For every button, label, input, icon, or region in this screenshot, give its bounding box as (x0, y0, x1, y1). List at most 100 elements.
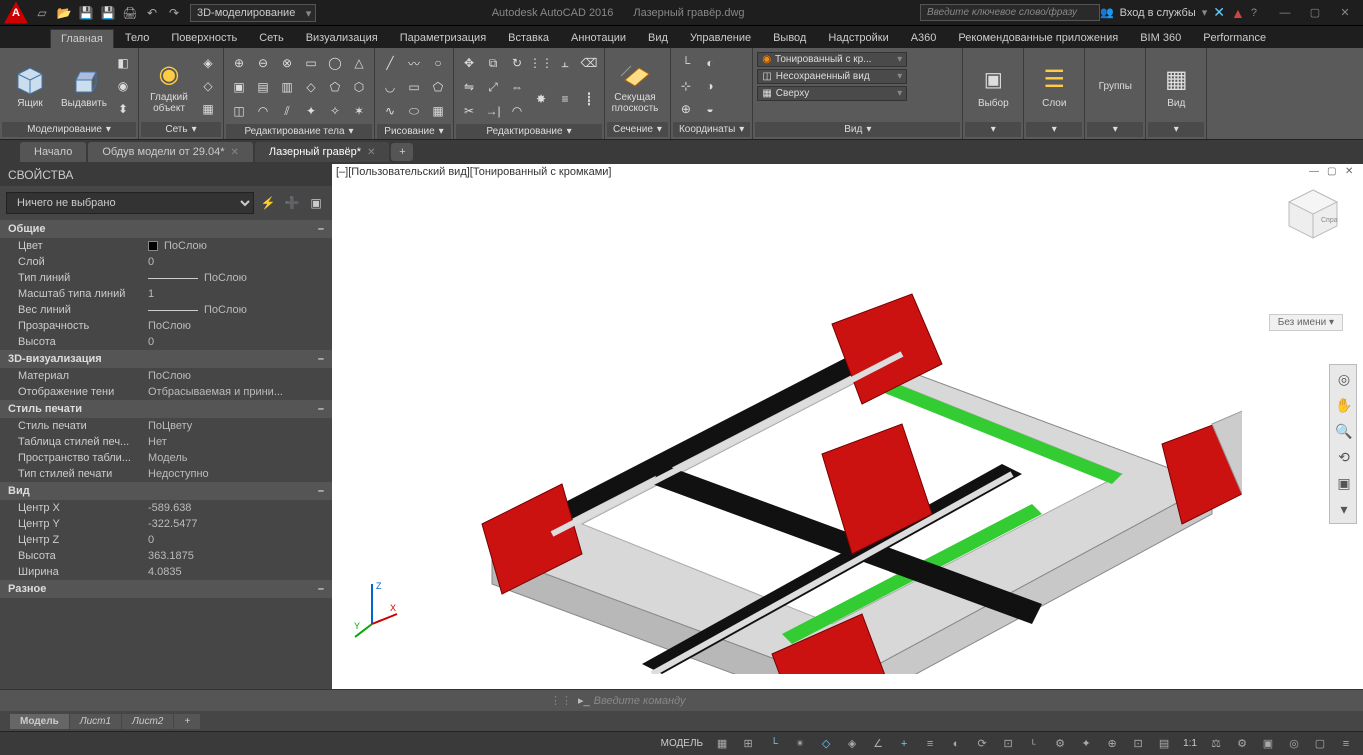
new-icon[interactable]: ▱ (32, 3, 52, 23)
line-icon[interactable]: ╱ (379, 52, 401, 74)
grid-icon[interactable]: ▦ (711, 734, 733, 754)
ellipse-icon[interactable]: ⬭ (403, 100, 425, 122)
3dsnap-icon[interactable]: ⊡ (997, 734, 1019, 754)
se-9-icon[interactable]: ✶ (348, 100, 370, 122)
prop-row[interactable]: Тип стилей печатиНедоступно (0, 466, 332, 482)
explode-icon[interactable]: ✸ (530, 88, 552, 110)
ucs6-icon[interactable]: ◒ (699, 98, 721, 120)
hardware-icon[interactable]: ▣ (1257, 734, 1279, 754)
ucs2-icon[interactable]: ⊹ (675, 75, 697, 97)
prop-row[interactable]: Тип линийПоСлою (0, 270, 332, 286)
nav-more-icon[interactable]: ▾ (1332, 497, 1356, 521)
view-top-dropdown[interactable]: ▦ Сверху ▾ (757, 86, 907, 101)
poly-icon[interactable]: ⬠ (427, 76, 449, 98)
prop-row[interactable]: Центр X-589.638 (0, 500, 332, 516)
prop-group-header[interactable]: 3D-визуализация– (0, 350, 332, 368)
maximize-button[interactable]: ▢ (1301, 3, 1329, 23)
close-icon[interactable]: ✕ (367, 147, 375, 158)
layout-tab-2[interactable]: Лист2 (122, 714, 173, 729)
workspace-icon[interactable]: ⚙ (1231, 734, 1253, 754)
showmotion-icon[interactable]: ▣ (1332, 471, 1356, 495)
dynucs-icon[interactable]: ᴸ (1023, 734, 1045, 754)
transparency-icon[interactable]: ◐ (945, 734, 967, 754)
help-icon[interactable]: ? (1251, 7, 1257, 19)
file-tab-1[interactable]: Обдув модели от 29.04* ✕ (88, 142, 253, 162)
offset-icon[interactable]: ⫠ (554, 52, 576, 74)
sectionplane-button[interactable]: Секущая плоскость (609, 52, 661, 120)
zoom-icon[interactable]: 🔍 (1332, 419, 1356, 443)
ribbon-tab-bim360[interactable]: BIM 360 (1129, 28, 1192, 48)
break-icon[interactable]: ┋ (578, 88, 600, 110)
se-6-icon[interactable]: ⬡ (348, 76, 370, 98)
viewport[interactable]: [–][Пользовательский вид][Тонированный с… (332, 164, 1363, 689)
se-7-icon[interactable]: ✦ (300, 100, 322, 122)
prop-group-header[interactable]: Общие– (0, 220, 332, 238)
prop-row[interactable]: Ширина4.0835 (0, 564, 332, 580)
mesh-less-icon[interactable]: ◇ (197, 75, 219, 97)
cmd-grip-icon[interactable]: ⋮⋮ (550, 694, 572, 707)
se-2-icon[interactable]: ◯ (324, 52, 346, 74)
ucs4-icon[interactable]: ◐ (699, 52, 721, 74)
close-icon[interactable]: ✕ (231, 147, 239, 158)
ribbon-tab-a360[interactable]: A360 (900, 28, 948, 48)
prop-row[interactable]: Центр Z0 (0, 532, 332, 548)
ribbon-tab-surface[interactable]: Поверхность (160, 28, 248, 48)
intersect-icon[interactable]: ⊗ (276, 52, 298, 74)
extend-icon[interactable]: →| (482, 100, 504, 122)
panel-modeling-title[interactable]: Моделирование▾ (2, 122, 136, 137)
pline-icon[interactable]: 〰 (403, 52, 425, 74)
mesh-more-icon[interactable]: ◈ (197, 52, 219, 74)
panel-view-title[interactable]: Вид▾ (755, 122, 960, 137)
vp-maximize-icon[interactable]: ▢ (1327, 166, 1341, 180)
layout-tab-1[interactable]: Лист1 (70, 714, 121, 729)
ucs5-icon[interactable]: ◑ (699, 75, 721, 97)
exchange-icon[interactable]: ✕ (1213, 4, 1225, 21)
ribbon-tab-insert[interactable]: Вставка (497, 28, 560, 48)
panel-coords-title[interactable]: Координаты▾ (673, 122, 750, 137)
visual-style-dropdown[interactable]: ◉ Тонированный с кр... ▾ (757, 52, 907, 67)
se-3-icon[interactable]: △ (348, 52, 370, 74)
quickselect-icon[interactable]: ⚡ (258, 193, 278, 213)
prop-row[interactable]: Таблица стилей печ...Нет (0, 434, 332, 450)
status-model[interactable]: МОДЕЛЬ (657, 738, 707, 749)
ribbon-tab-featured[interactable]: Рекомендованные приложения (947, 28, 1129, 48)
ucs-icon[interactable]: └ (675, 52, 697, 74)
se-5-icon[interactable]: ⬠ (324, 76, 346, 98)
ribbon-tab-solid[interactable]: Тело (114, 28, 161, 48)
erase-icon[interactable]: ⌫ (578, 52, 600, 74)
se-4-icon[interactable]: ◇ (300, 76, 322, 98)
prop-row[interactable]: МатериалПоСлою (0, 368, 332, 384)
mesh-refine-icon[interactable]: ▦ (197, 98, 219, 120)
redo-icon[interactable]: ↷ (164, 3, 184, 23)
named-view-dropdown[interactable]: Без имени ▾ (1269, 314, 1343, 331)
file-tab-2[interactable]: Лазерный гравёр* ✕ (255, 142, 390, 162)
file-tab-start[interactable]: Начало (20, 142, 86, 162)
pan-icon[interactable]: ✋ (1332, 393, 1356, 417)
prop-row[interactable]: Отображение тениОтбрасываемая и прини... (0, 384, 332, 400)
steering-wheel-icon[interactable]: ◎ (1332, 367, 1356, 391)
slice-icon[interactable]: ⫽ (276, 100, 298, 122)
annoscale-icon[interactable]: ⚖ (1205, 734, 1227, 754)
spline-icon[interactable]: ∿ (379, 100, 401, 122)
osnap-icon[interactable]: ◇ (815, 734, 837, 754)
layers-button[interactable]: ☰ Слои (1028, 52, 1080, 120)
taperface-icon[interactable]: ▥ (276, 76, 298, 98)
subtract-icon[interactable]: ⊖ (252, 52, 274, 74)
gizmo-icon[interactable]: ✦ (1075, 734, 1097, 754)
new-tab-button[interactable]: + (391, 143, 413, 161)
selection-dropdown[interactable]: Ничего не выбрано (6, 192, 254, 214)
smooth-button[interactable]: ◉ Гладкий объект (143, 52, 195, 120)
people-icon[interactable]: 👥 (1100, 6, 1114, 19)
search-input[interactable]: Введите ключевое слово/фразу (920, 4, 1100, 21)
annomonitor-icon[interactable]: ⊕ (1101, 734, 1123, 754)
prop-group-header[interactable]: Вид– (0, 482, 332, 500)
customize-icon[interactable]: ≡ (1335, 734, 1357, 754)
ribbon-tab-view[interactable]: Вид (637, 28, 679, 48)
open-icon[interactable]: 📂 (54, 3, 74, 23)
orbit-icon[interactable]: ⟲ (1332, 445, 1356, 469)
array-icon[interactable]: ⋮⋮ (530, 52, 552, 74)
panel-solidedit-title[interactable]: Редактирование тела▾ (226, 124, 372, 139)
prop-group-header[interactable]: Разное– (0, 580, 332, 598)
prop-row[interactable]: Центр Y-322.5477 (0, 516, 332, 532)
signin-button[interactable]: Вход в службы (1120, 7, 1196, 19)
